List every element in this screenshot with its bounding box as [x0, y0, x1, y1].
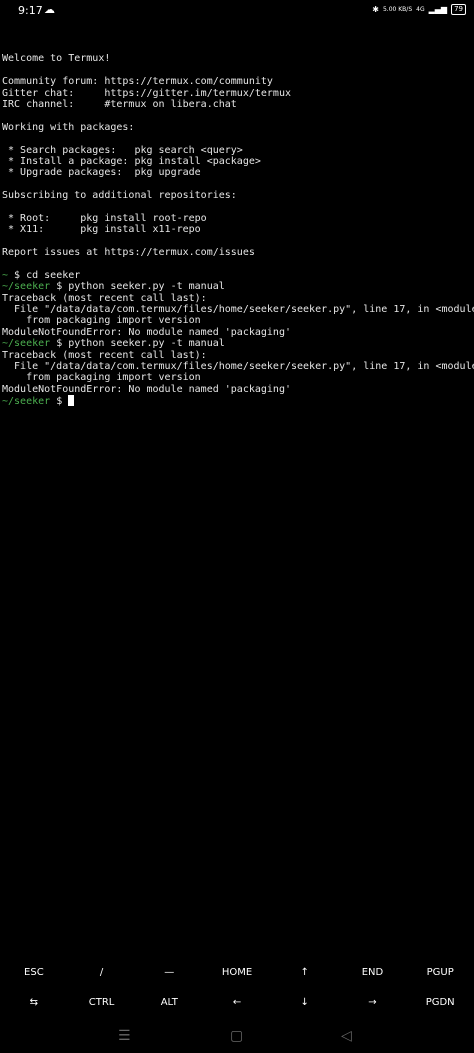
- terminal-line: ~ $ cd seeker: [2, 270, 472, 281]
- bluetooth-icon: ✱: [372, 5, 379, 14]
- terminal-line: ~/seeker $: [2, 395, 472, 408]
- terminal-line: ModuleNotFoundError: No module named 'pa…: [2, 384, 472, 395]
- terminal-line-text: Community forum: https://termux.com/comm…: [2, 76, 273, 88]
- prompt-path: ~/seeker: [2, 281, 51, 293]
- network-speed: 5.00 KB/S: [382, 6, 413, 13]
- terminal-line-text: Report issues at https://termux.com/issu…: [2, 247, 255, 259]
- extra-keys-row-2: ⇆ CTRL ALT ← ↓ → PGDN: [0, 988, 474, 1018]
- terminal-cursor: [68, 395, 75, 407]
- terminal-line-text: from packaging import version: [2, 315, 201, 327]
- key-right-button[interactable]: →: [339, 988, 407, 1018]
- key-slash-button[interactable]: /: [68, 958, 136, 988]
- terminal-line-text: ModuleNotFoundError: No module named 'pa…: [2, 326, 291, 338]
- terminal-line-text: Welcome to Termux!: [2, 53, 111, 65]
- status-bar: 9:17 ☁ ✱ 5.00 KB/S 4G ▂▄▆ 79: [0, 0, 474, 24]
- terminal-line: Working with packages:: [2, 122, 472, 133]
- terminal-line-text: Traceback (most recent call last):: [2, 292, 207, 304]
- recents-icon[interactable]: ☰: [118, 1028, 131, 1044]
- key-pgdn-button[interactable]: PGDN: [406, 988, 474, 1018]
- terminal-line: Welcome to Termux!: [2, 53, 472, 64]
- terminal-line-text: Gitter chat: https://gitter.im/termux/te…: [2, 87, 291, 99]
- terminal-line: Report issues at https://termux.com/issu…: [2, 247, 472, 258]
- terminal-line: File "/data/data/com.termux/files/home/s…: [2, 303, 474, 315]
- terminal-line-text: ModuleNotFoundError: No module named 'pa…: [2, 383, 291, 395]
- signal-icon: ▂▄▆: [428, 5, 448, 14]
- terminal-line: * Install a package: pkg install <packag…: [2, 156, 472, 167]
- terminal-line-text: * X11: pkg install x11-repo: [2, 224, 201, 236]
- home-icon[interactable]: ▢: [230, 1028, 243, 1044]
- extra-keys-row-1: ESC / — HOME ↑ END PGUP: [0, 958, 474, 988]
- terminal-line: ~/seeker $ python seeker.py -t manual: [2, 338, 472, 349]
- key-up-button[interactable]: ↑: [271, 958, 339, 988]
- terminal-line: Subscribing to additional repositories:: [2, 190, 472, 201]
- key-home-button[interactable]: HOME: [203, 958, 271, 988]
- terminal-line-text: File "/data/data/com.termux/files/home/s…: [2, 303, 474, 315]
- terminal-line-text: $ python seeker.py -t manual: [50, 338, 225, 350]
- key-end-button[interactable]: END: [339, 958, 407, 988]
- terminal-line-text: $: [50, 396, 69, 408]
- terminal-line: from packaging import version: [2, 315, 472, 326]
- terminal-line-text: Traceback (most recent call last):: [2, 349, 207, 361]
- terminal-line-text: File "/data/data/com.termux/files/home/s…: [2, 360, 474, 372]
- terminal-line: * X11: pkg install x11-repo: [2, 224, 472, 235]
- back-icon[interactable]: ◁: [341, 1028, 352, 1044]
- terminal-line-text: $ python seeker.py -t manual: [50, 281, 225, 293]
- prompt-path: ~/seeker: [2, 396, 51, 408]
- terminal-line: ModuleNotFoundError: No module named 'pa…: [2, 327, 472, 338]
- prompt-path: ~/seeker: [2, 338, 51, 350]
- extra-keys-bar: ESC / — HOME ↑ END PGUP ⇆ CTRL ALT ← ↓ → PGDN: [0, 958, 474, 1018]
- terminal-line: Gitter chat: https://gitter.im/termux/te…: [2, 88, 472, 99]
- terminal-line: Community forum: https://termux.com/comm…: [2, 76, 472, 87]
- status-right-group: ✱ 5.00 KB/S 4G ▂▄▆ 79: [372, 4, 466, 15]
- status-time: 9:17: [18, 4, 43, 17]
- terminal-line: * Root: pkg install root-repo: [2, 213, 472, 224]
- key-pgup-button[interactable]: PGUP: [406, 958, 474, 988]
- terminal-line: * Search packages: pkg search <query>: [2, 145, 472, 156]
- terminal-output[interactable]: Welcome to Termux! Community forum: https…: [2, 42, 474, 408]
- battery-icon: 79: [451, 4, 466, 15]
- terminal-line: ~/seeker $ python seeker.py -t manual: [2, 281, 472, 292]
- terminal-line: IRC channel: #termux on libera.chat: [2, 99, 472, 110]
- signal-text: 4G: [416, 6, 425, 13]
- terminal-line-text: * Install a package: pkg install <packag…: [2, 155, 261, 167]
- terminal-line-text: * Root: pkg install root-repo: [2, 212, 207, 224]
- termux-notification-icon: ☁: [44, 3, 55, 16]
- terminal-line: Traceback (most recent call last):: [2, 293, 472, 304]
- key-left-button[interactable]: ←: [203, 988, 271, 1018]
- terminal-line-text: from packaging import version: [2, 372, 201, 384]
- key-dash-button[interactable]: —: [135, 958, 203, 988]
- key-ctrl-button[interactable]: CTRL: [68, 988, 136, 1018]
- terminal-line-text: Subscribing to additional repositories:: [2, 190, 237, 202]
- terminal-line-text: * Search packages: pkg search <query>: [2, 144, 243, 156]
- terminal-line-text: IRC channel: #termux on libera.chat: [2, 98, 237, 110]
- terminal-line: from packaging import version: [2, 372, 472, 383]
- key-tab-button[interactable]: ⇆: [0, 988, 68, 1018]
- key-alt-button[interactable]: ALT: [135, 988, 203, 1018]
- terminal-line: File "/data/data/com.termux/files/home/s…: [2, 360, 474, 372]
- key-esc-button[interactable]: ESC: [0, 958, 68, 988]
- terminal-line: * Upgrade packages: pkg upgrade: [2, 167, 472, 178]
- key-down-button[interactable]: ↓: [271, 988, 339, 1018]
- terminal-line-text: * Upgrade packages: pkg upgrade: [2, 167, 201, 179]
- navigation-bar: ☰ ▢ ◁: [0, 1020, 474, 1053]
- terminal-line-text: $ cd seeker: [8, 269, 81, 281]
- terminal-line-text: Working with packages:: [2, 121, 135, 133]
- terminal-line: Traceback (most recent call last):: [2, 350, 472, 361]
